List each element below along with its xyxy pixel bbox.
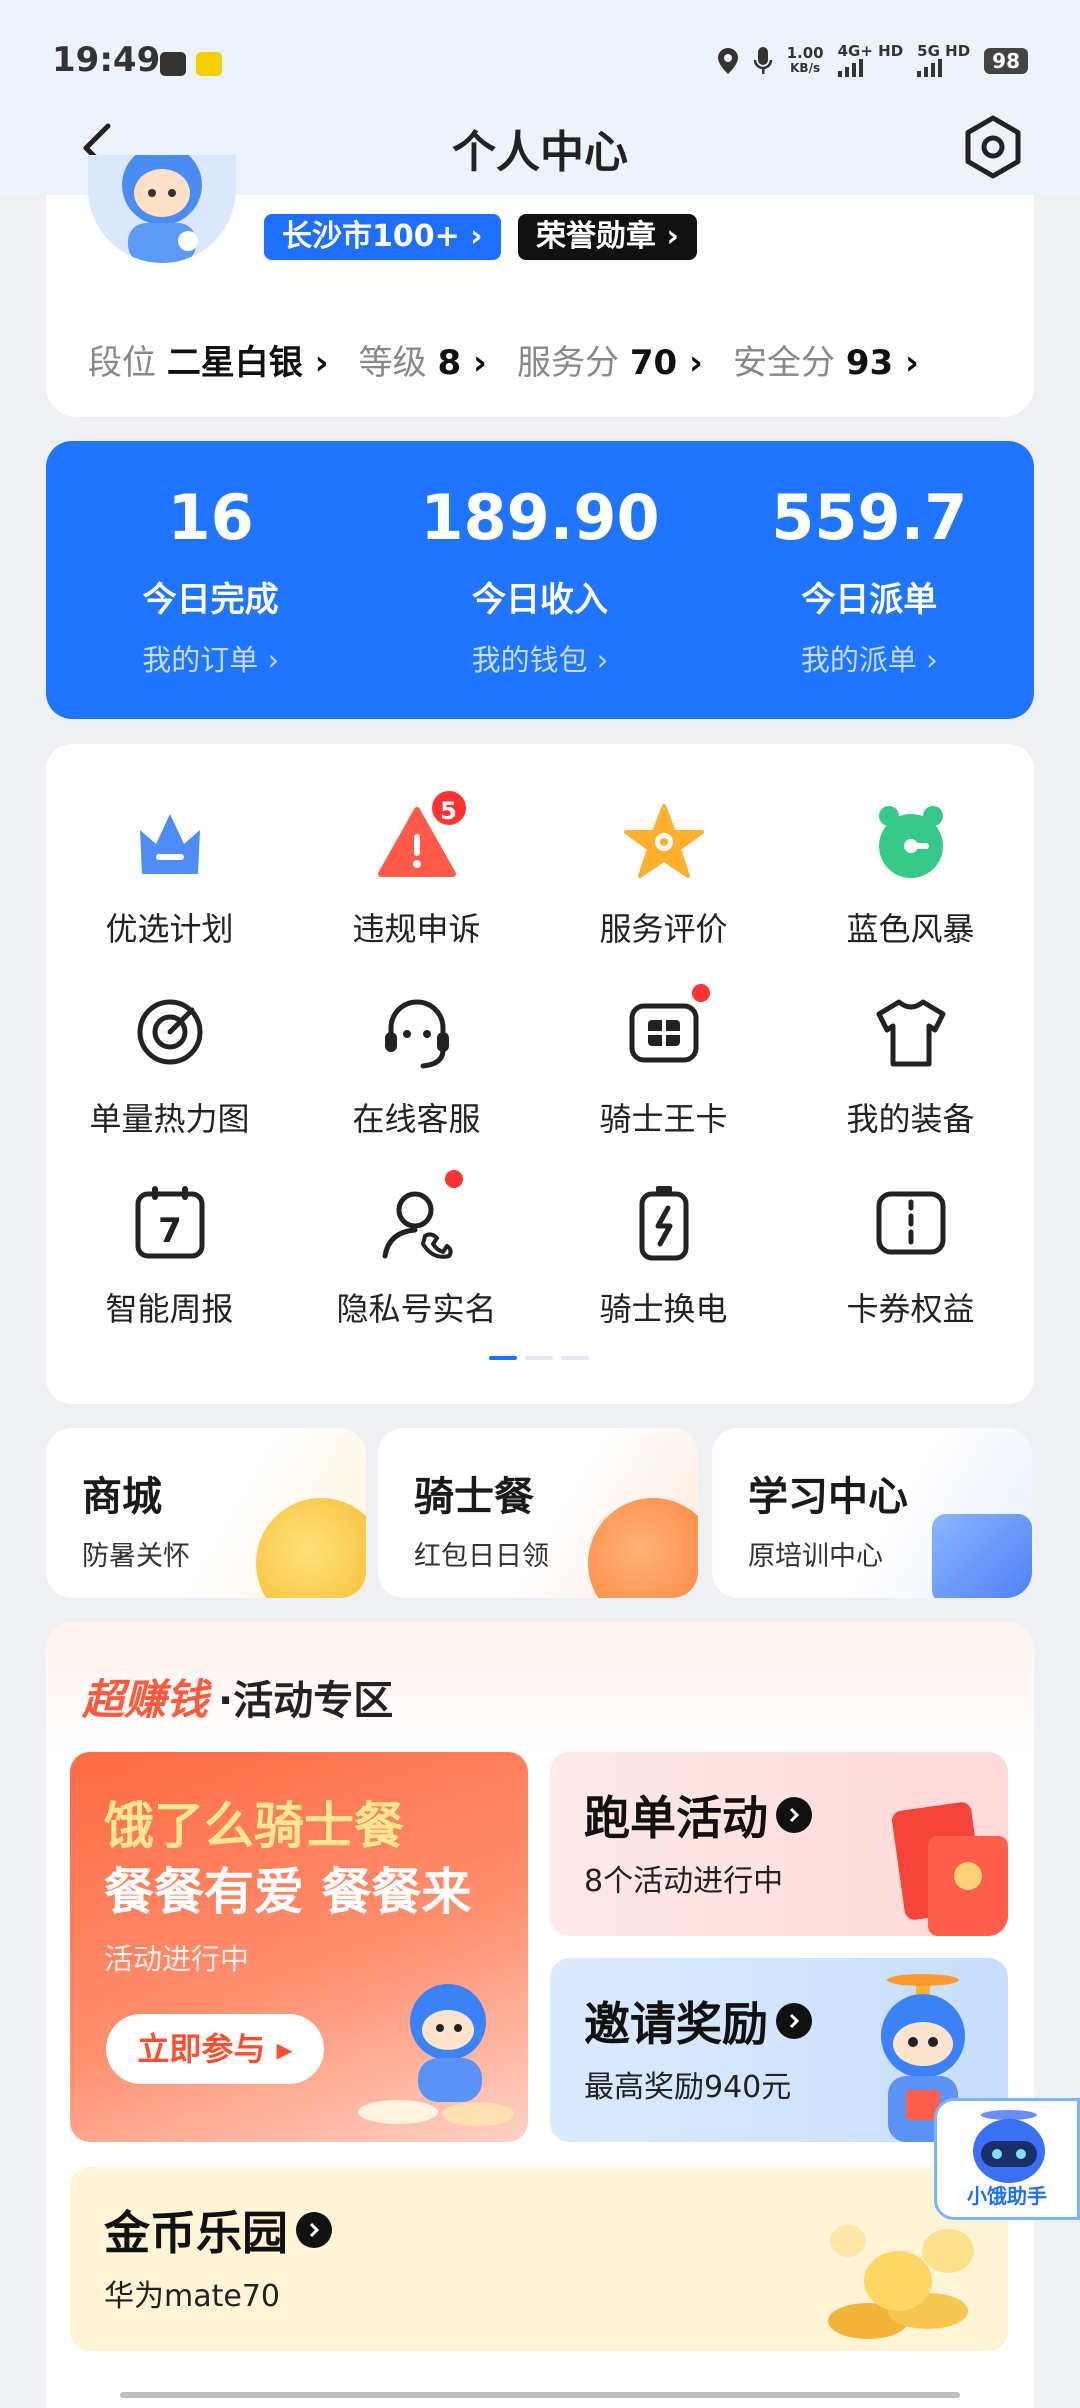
shop-coin-icon	[256, 1498, 366, 1598]
sim-card-icon	[622, 984, 710, 1074]
activity-zone: 超赚钱 ·活动专区 饿了么骑士餐 餐餐有爱 餐餐来 活动进行中 立即参与 ▸ 跑…	[46, 1622, 1034, 2408]
service-item-service-rating[interactable]: 服务评价	[540, 800, 787, 950]
my-orders-link[interactable]: 我的订单 ›	[46, 637, 375, 679]
my-wallet-link[interactable]: 我的钱包 ›	[375, 637, 704, 679]
warning-icon: 5	[375, 788, 469, 884]
tshirt-icon	[869, 990, 953, 1074]
stat-rank[interactable]: 段位 二星白银 ›	[88, 335, 329, 384]
stat-service-score[interactable]: 服务分 70 ›	[517, 335, 703, 384]
headset-icon	[375, 990, 459, 1074]
rider-mascot-icon	[358, 1984, 514, 2126]
summary-income[interactable]: 189.90 今日收入 我的钱包 ›	[375, 441, 704, 719]
service-item-online-support[interactable]: 在线客服	[293, 990, 540, 1140]
assistant-mascot-icon	[973, 2110, 1045, 2183]
service-item-violation-appeal[interactable]: 5 违规申诉	[293, 788, 540, 950]
service-grid-card: 优选计划 5 违规申诉 服务评价 蓝色风暴 单量热力图 在线客服 骑士王卡 我的…	[46, 744, 1034, 1404]
stat-level[interactable]: 等级 8 ›	[359, 335, 487, 384]
net-speed: 1.00 KB/s	[786, 43, 824, 75]
status-time: 19:49	[52, 40, 161, 80]
user-phone-icon	[375, 1170, 463, 1264]
microphone-icon	[753, 46, 772, 74]
service-item-order-heatmap[interactable]: 单量热力图	[46, 990, 293, 1140]
summary-dispatch[interactable]: 559.7 今日派单 我的派单 ›	[705, 441, 1034, 719]
service-item-weekly-report[interactable]: 7 智能周报	[46, 1180, 293, 1330]
status-indicators: 1.00 KB/s 4G+ HD 5G HD 98	[717, 44, 1028, 77]
alarm-clock-icon	[869, 800, 953, 884]
red-envelope-icon	[892, 1802, 1008, 1936]
assistant-floating-button[interactable]: 小饿助手	[934, 2098, 1080, 2220]
profile-stats: 段位 二星白银 › 等级 8 › 服务分 70 › 安全分 93 ›	[88, 335, 919, 384]
grid-page-indicator	[489, 1356, 589, 1360]
service-item-my-equipment[interactable]: 我的装备	[787, 990, 1034, 1140]
signal-2: 5G HD	[917, 44, 970, 77]
service-item-knight-card[interactable]: 骑士王卡	[540, 984, 787, 1140]
stat-safety-score[interactable]: 安全分 93 ›	[733, 335, 919, 384]
run-activity-promo[interactable]: 跑单活动 8个活动进行中	[550, 1752, 1008, 1936]
rider-meal-card[interactable]: 骑士餐 红包日日领	[378, 1428, 698, 1598]
star-icon	[622, 800, 706, 884]
service-item-blue-storm[interactable]: 蓝色风暴	[787, 800, 1034, 950]
service-item-battery-swap[interactable]: 骑士换电	[540, 1180, 787, 1330]
service-item-coupons[interactable]: 卡券权益	[787, 1180, 1034, 1330]
target-icon	[128, 990, 212, 1074]
rider-meal-promo[interactable]: 饿了么骑士餐 餐餐有爱 餐餐来 活动进行中 立即参与 ▸	[70, 1752, 528, 2142]
chicken-leg-icon	[588, 1498, 698, 1598]
avatar[interactable]	[88, 155, 236, 263]
signal-bars-icon	[917, 59, 970, 77]
service-item-privacy-real-name[interactable]: 隐私号实名	[293, 1170, 540, 1330]
coin-park-promo[interactable]: 金币乐园 华为mate70	[70, 2167, 1008, 2351]
learning-center-card[interactable]: 学习中心 原培训中心	[712, 1428, 1032, 1598]
book-icon	[932, 1514, 1032, 1598]
app-notification-icon	[196, 52, 222, 76]
notification-icon	[160, 52, 186, 76]
shop-card[interactable]: 商城 防暑关怀	[46, 1428, 366, 1598]
signal-bars-icon	[837, 59, 904, 77]
new-dot	[691, 984, 710, 1002]
chevron-right-icon	[296, 2212, 332, 2248]
calendar-icon: 7	[128, 1180, 212, 1264]
service-grid: 优选计划 5 违规申诉 服务评价 蓝色风暴 单量热力图 在线客服 骑士王卡 我的…	[46, 788, 1034, 1330]
settings-icon[interactable]	[958, 112, 1028, 182]
new-dot	[444, 1170, 463, 1188]
summary-completed[interactable]: 16 今日完成 我的订单 ›	[46, 441, 375, 719]
activity-header: 超赚钱 ·活动专区	[82, 1675, 394, 1724]
battery-indicator: 98	[984, 47, 1028, 74]
calendar-day: 7	[158, 1211, 182, 1251]
chevron-right-icon	[776, 1797, 812, 1833]
city-rank-badge[interactable]: 长沙市100+ ›	[264, 214, 501, 260]
battery-swap-icon	[622, 1180, 706, 1264]
appeal-count-badge: 5	[428, 788, 469, 828]
my-dispatch-link[interactable]: 我的派单 ›	[705, 637, 1034, 679]
today-summary-card: 16 今日完成 我的订单 › 189.90 今日收入 我的钱包 › 559.7 …	[46, 441, 1034, 719]
crown-icon	[128, 800, 212, 884]
location-icon	[717, 47, 738, 74]
signal-1: 4G+ HD	[837, 44, 904, 77]
join-now-button[interactable]: 立即参与 ▸	[106, 2014, 324, 2084]
home-indicator	[0, 2388, 1080, 2408]
honor-medal-button[interactable]: 荣誉勋章 ›	[518, 214, 697, 260]
chevron-right-icon	[776, 2003, 812, 2039]
coupon-icon	[869, 1180, 953, 1264]
profile-card: 长沙市100+ › 荣誉勋章 › 段位 二星白银 › 等级 8 › 服务分 70…	[46, 155, 1034, 417]
service-item-preferred-plan[interactable]: 优选计划	[46, 800, 293, 950]
